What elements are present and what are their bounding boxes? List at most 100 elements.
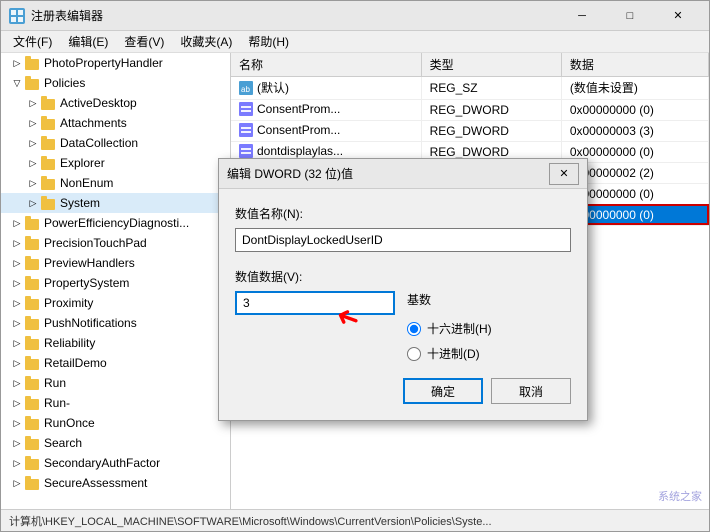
maximize-button[interactable]: □ [607,1,653,31]
watermark: 系统之家 [658,488,702,504]
tree-item-label: Policies [44,76,85,90]
reg-entry-name: (默认) [257,79,289,96]
list-item[interactable]: ▷ Run [1,373,230,393]
expand-icon[interactable]: ▷ [25,95,41,111]
expand-icon[interactable]: ▷ [9,415,25,431]
reg-icon: ab (默认) [239,79,289,96]
expand-icon[interactable]: ▷ [9,335,25,351]
dialog-title: 编辑 DWORD (32 位)值 [227,165,549,182]
radio-dec[interactable] [407,347,421,361]
data-row: 基数 十六进制(H) 十进制(D) [235,291,571,362]
expand-icon[interactable]: ▷ [25,115,41,131]
expand-icon[interactable]: ▷ [9,315,25,331]
expand-icon[interactable]: ▷ [9,395,25,411]
tree-item-label: NonEnum [60,176,113,190]
tree-item-label: PropertySystem [44,276,129,290]
expand-icon[interactable]: ▷ [9,355,25,371]
expand-icon[interactable]: ▷ [25,155,41,171]
list-item[interactable]: ▷ PrecisionTouchPad [1,233,230,253]
dword-icon [239,102,253,116]
expand-icon[interactable]: ▷ [9,455,25,471]
menu-favorites[interactable]: 收藏夹(A) [172,31,240,52]
list-item[interactable]: ▷ SecondaryAuthFactor [1,453,230,473]
list-item[interactable]: ▷ PowerEfficiencyDiagnosti... [1,213,230,233]
expand-icon[interactable]: ▷ [9,55,25,71]
radio-dec-label[interactable]: 十进制(D) [407,345,492,362]
value-data-input[interactable] [235,291,395,315]
expand-icon[interactable]: ▷ [9,235,25,251]
tree-item-label: SecondaryAuthFactor [44,456,160,470]
dialog-close-button[interactable]: ✕ [549,163,579,185]
list-item-system[interactable]: ▷ System [1,193,230,213]
list-item[interactable]: ▷ Explorer [1,153,230,173]
list-item[interactable]: ▽ Policies [1,73,230,93]
folder-icon [41,136,57,150]
title-bar: 注册表编辑器 ─ □ ✕ [1,1,709,31]
window-title: 注册表编辑器 [31,7,559,24]
tree-item-label: Search [44,436,82,450]
folder-icon [25,396,41,410]
value-name-input[interactable] [235,228,571,252]
folder-icon [41,196,57,210]
list-item[interactable]: ▷ PropertySystem [1,273,230,293]
list-item[interactable]: ▷ DataCollection [1,133,230,153]
list-item[interactable]: ▷ Run- [1,393,230,413]
expand-icon[interactable]: ▷ [9,215,25,231]
list-item[interactable]: ▷ SecureAssessment [1,473,230,493]
reg-icon: ConsentProm... [239,123,340,137]
menu-edit[interactable]: 编辑(E) [60,31,116,52]
expand-icon[interactable]: ▷ [25,175,41,191]
expand-icon[interactable]: ▽ [9,75,25,91]
menu-file[interactable]: 文件(F) [5,31,60,52]
list-item[interactable]: ▷ RetailDemo [1,353,230,373]
cancel-button[interactable]: 取消 [491,378,571,404]
radio-dec-text: 十进制(D) [427,345,480,362]
ok-button[interactable]: 确定 [403,378,483,404]
name-label: 数值名称(N): [235,205,571,222]
expand-icon[interactable]: ▷ [9,255,25,271]
list-item[interactable]: ▷ PushNotifications [1,313,230,333]
folder-icon [25,276,41,290]
expand-icon[interactable]: ▷ [25,135,41,151]
expand-icon[interactable]: ▷ [9,435,25,451]
folder-icon [41,156,57,170]
table-row[interactable]: ConsentProm...REG_DWORD0x00000003 (3) [231,120,709,141]
list-item[interactable]: ▷ ActiveDesktop [1,93,230,113]
list-item[interactable]: ▷ RunOnce [1,413,230,433]
string-icon: ab [239,81,253,95]
app-icon [9,8,25,24]
list-item-proximity[interactable]: ▷ Proximity [1,293,230,313]
list-item[interactable]: ▷ PhotoPropertyHandler [1,53,230,73]
folder-icon [41,116,57,130]
table-row[interactable]: ConsentProm...REG_DWORD0x00000000 (0) [231,99,709,120]
dialog-content: 数值名称(N): 数值数据(V): 基数 十六进制(H) 十进制(D) 确定 取… [219,189,587,420]
list-item-search[interactable]: ▷ Search [1,433,230,453]
col-type: 类型 [421,53,561,77]
tree-item-label: RunOnce [44,416,95,430]
dword-icon [239,123,253,137]
list-item[interactable]: ▷ NonEnum [1,173,230,193]
list-item[interactable]: ▷ Reliability [1,333,230,353]
close-button[interactable]: ✕ [655,1,701,31]
list-item[interactable]: ▷ Attachments [1,113,230,133]
list-item[interactable]: ▷ PreviewHandlers [1,253,230,273]
reg-entry-type: REG_DWORD [421,120,561,141]
expand-icon[interactable]: ▷ [9,375,25,391]
col-data: 数据 [561,53,708,77]
expand-icon[interactable]: ▷ [9,275,25,291]
minimize-button[interactable]: ─ [559,1,605,31]
radio-hex[interactable] [407,322,421,336]
table-row[interactable]: ab(默认)REG_SZ(数值未设置) [231,77,709,100]
folder-icon [25,316,41,330]
expand-icon[interactable]: ▷ [25,195,41,211]
folder-icon [25,336,41,350]
menu-view[interactable]: 查看(V) [116,31,172,52]
folder-icon [25,356,41,370]
tree-item-label: Run- [44,396,70,410]
expand-icon[interactable]: ▷ [9,475,25,491]
radio-hex-label[interactable]: 十六进制(H) [407,320,492,337]
menu-help[interactable]: 帮助(H) [240,31,297,52]
registry-tree[interactable]: ▷ PhotoPropertyHandler ▽ Policies ▷ Acti… [1,53,231,509]
edit-dword-dialog[interactable]: 编辑 DWORD (32 位)值 ✕ 数值名称(N): 数值数据(V): 基数 … [218,158,588,421]
expand-icon[interactable]: ▷ [9,295,25,311]
